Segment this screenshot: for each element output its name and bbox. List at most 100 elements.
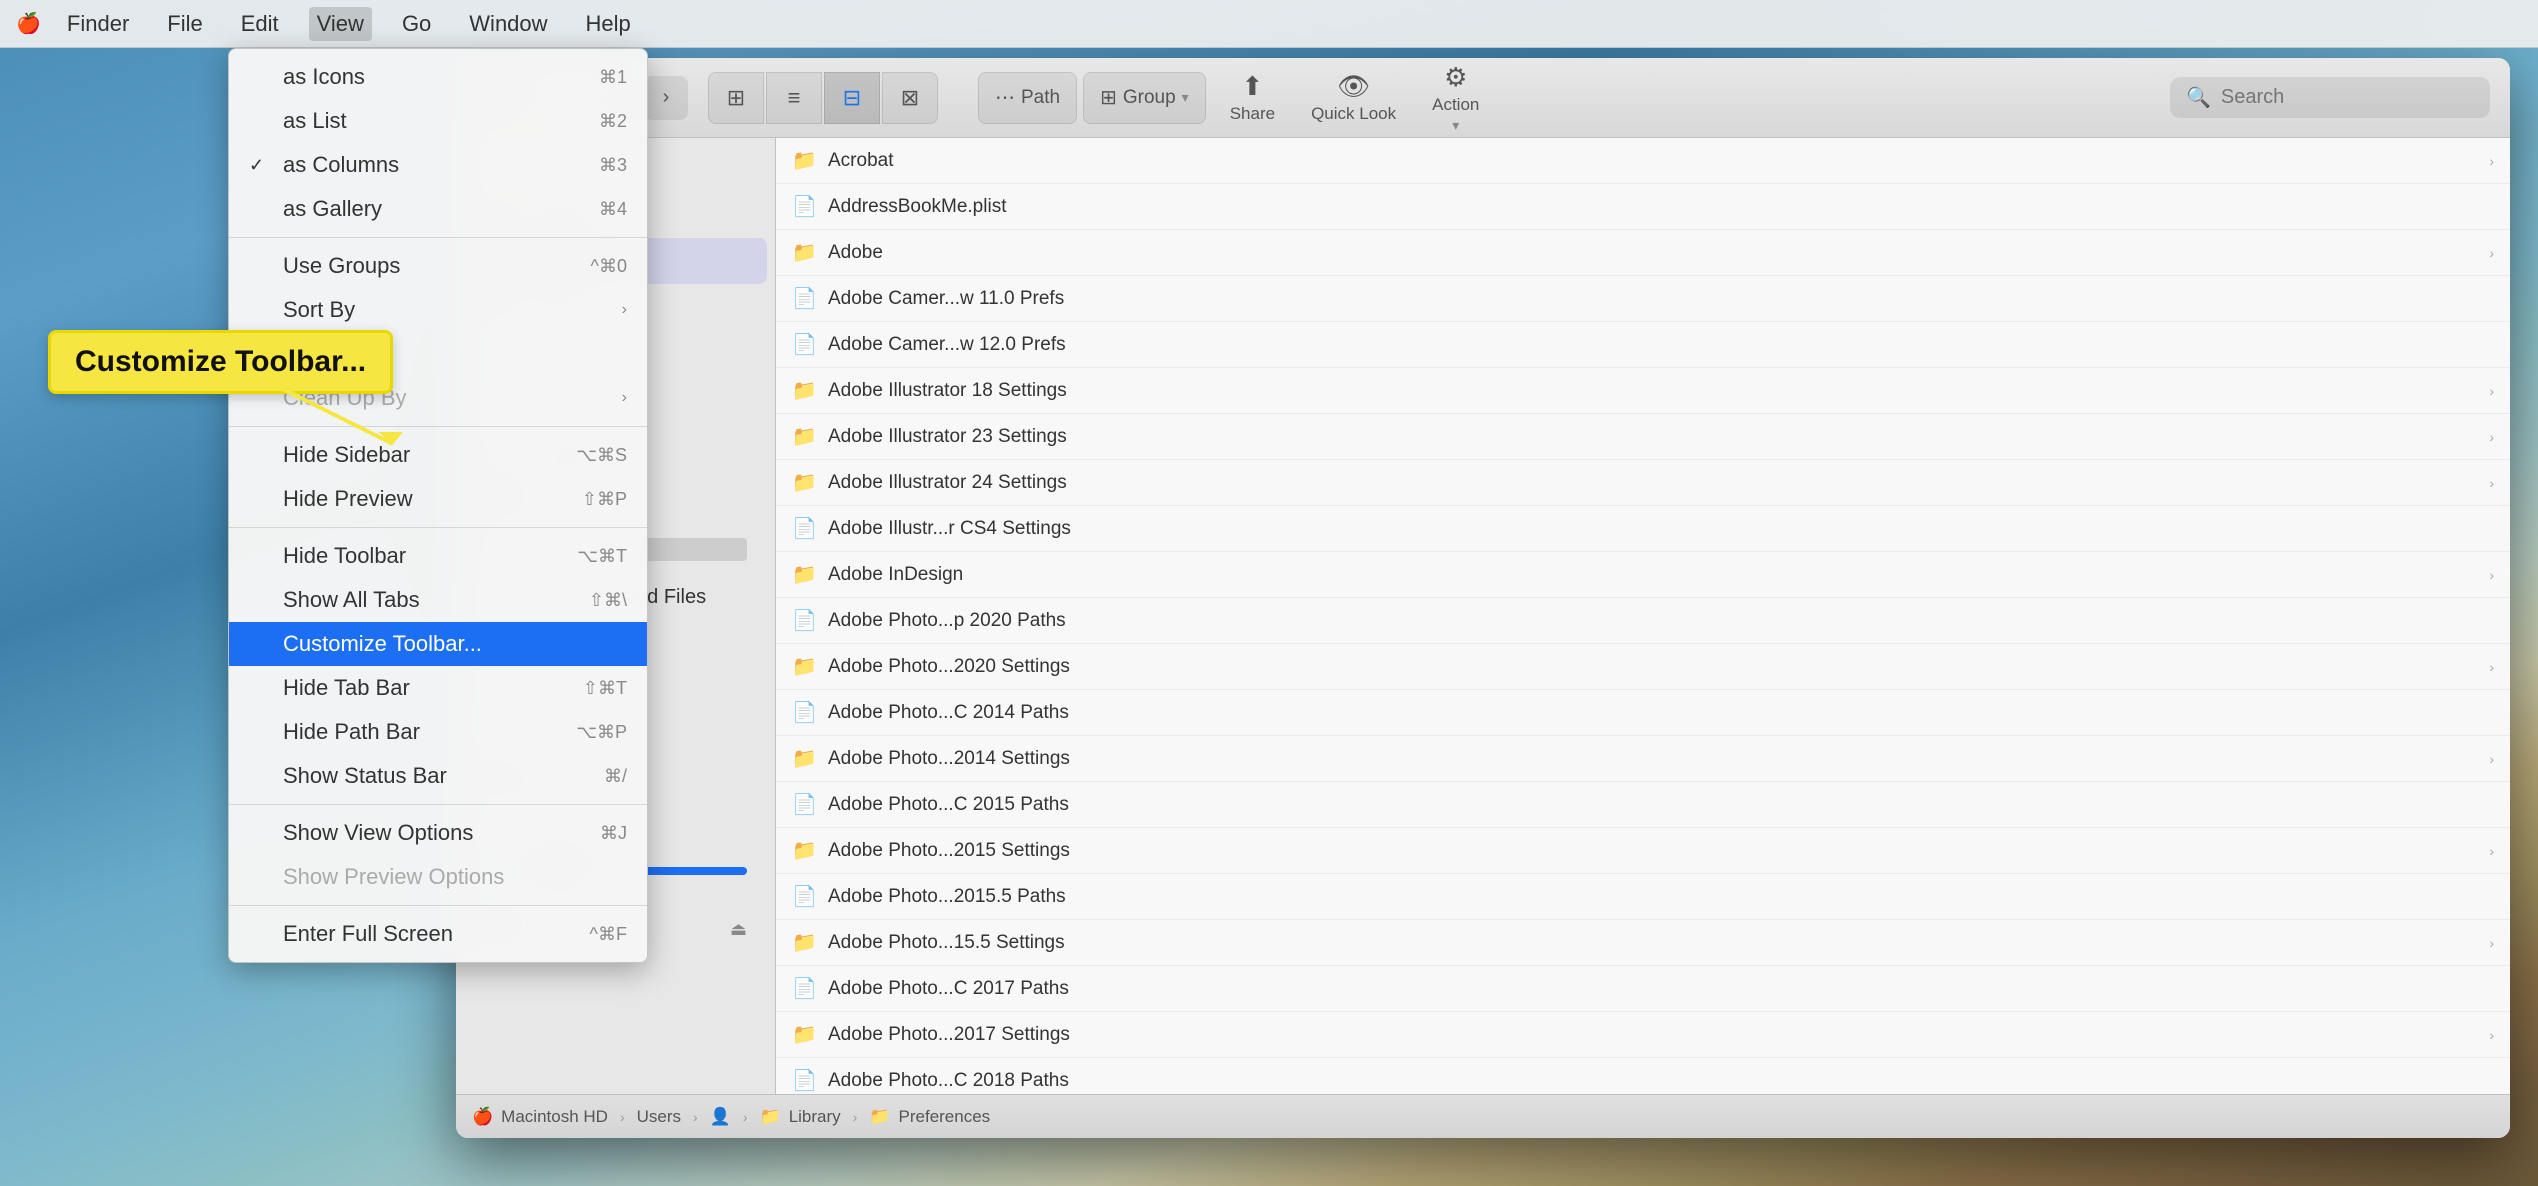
pref-ps155settings-name: Adobe Photo...15.5 Settings — [828, 932, 2477, 954]
finder-menu[interactable]: Finder — [59, 7, 137, 41]
pref-adobe[interactable]: 📁 Adobe › — [776, 230, 2510, 276]
view-as-list[interactable]: as List ⌘2 — [229, 99, 647, 143]
pref-photoshop-2020-paths[interactable]: 📄 Adobe Photo...p 2020 Paths — [776, 598, 2510, 644]
pref-adobe-camera-12[interactable]: 📄 Adobe Camer...w 12.0 Prefs — [776, 322, 2510, 368]
view-as-gallery[interactable]: as Gallery ⌘4 — [229, 187, 647, 231]
status-bar: 🍎 Macintosh HD › Users › 👤 › 📁 Library ›… — [456, 1094, 2510, 1138]
callout-arrow-line — [253, 374, 413, 454]
pref-addressbookme[interactable]: 📄 AddressBookMe.plist — [776, 184, 2510, 230]
ai-cs4-icon: 📄 — [792, 516, 816, 541]
pref-ps155settings-arrow: › — [2489, 935, 2494, 951]
pref-ai18[interactable]: 📁 Adobe Illustrator 18 Settings › — [776, 368, 2510, 414]
show-view-options[interactable]: Show View Options ⌘J — [229, 811, 647, 855]
pref-ps-2015-paths[interactable]: 📄 Adobe Photo...C 2015 Paths — [776, 782, 2510, 828]
group-button[interactable]: ⊞ Group ▾ — [1083, 72, 1206, 124]
breadcrumb-user[interactable]: 👤 — [710, 1107, 731, 1127]
menu-sep-5 — [229, 905, 647, 906]
forward-button[interactable]: › — [644, 76, 688, 120]
pref-ai18-arrow: › — [2489, 383, 2494, 399]
quick-look-button[interactable]: 👁 Quick Look — [1293, 64, 1414, 132]
preferences-label: Preferences — [899, 1107, 991, 1127]
pref-ps-2015-settings[interactable]: 📁 Adobe Photo...2015 Settings › — [776, 828, 2510, 874]
pref-ps2015paths-name: Adobe Photo...C 2015 Paths — [828, 794, 2494, 816]
pref-photoshop-2020-settings[interactable]: 📁 Adobe Photo...2020 Settings › — [776, 644, 2510, 690]
enter-full-screen[interactable]: Enter Full Screen ^⌘F — [229, 912, 647, 956]
action-button[interactable]: ⚙ Action ▾ — [1414, 64, 1497, 132]
pref-ps2014settings-arrow: › — [2489, 751, 2494, 767]
pref-ai-cs4[interactable]: 📄 Adobe Illustr...r CS4 Settings — [776, 506, 2510, 552]
search-icon: 🔍 — [2186, 85, 2211, 110]
pref-ai24[interactable]: 📁 Adobe Illustrator 24 Settings › — [776, 460, 2510, 506]
breadcrumb-users[interactable]: Users — [637, 1107, 681, 1127]
go-menu[interactable]: Go — [394, 7, 439, 41]
ps2020settings-icon: 📁 — [792, 654, 816, 679]
ps20155paths-icon: 📄 — [792, 884, 816, 909]
view-as-columns[interactable]: ✓ as Columns ⌘3 — [229, 143, 647, 187]
pref-acrobat[interactable]: 📁 Acrobat › — [776, 138, 2510, 184]
adobe-camera11-icon: 📄 — [792, 286, 816, 311]
pref-indesign-name: Adobe InDesign — [828, 564, 2477, 586]
pref-ps-2014-paths[interactable]: 📄 Adobe Photo...C 2014 Paths — [776, 690, 2510, 736]
hide-path-bar[interactable]: Hide Path Bar ⌥⌘P — [229, 710, 647, 754]
show-all-tabs[interactable]: Show All Tabs ⇧⌘\ — [229, 578, 647, 622]
view-as-icons[interactable]: as Icons ⌘1 — [229, 55, 647, 99]
pref-adobe-camera-11[interactable]: 📄 Adobe Camer...w 11.0 Prefs — [776, 276, 2510, 322]
customize-toolbar[interactable]: Customize Toolbar... — [229, 622, 647, 666]
view-list-button[interactable]: ≡ — [766, 72, 822, 124]
path-button[interactable]: ⋯ Path — [978, 72, 1077, 124]
search-input[interactable] — [2221, 86, 2474, 109]
view-icons-button[interactable]: ⊞ — [708, 72, 764, 124]
pref-ai24-arrow: › — [2489, 475, 2494, 491]
gear-icon: ⚙ — [1444, 62, 1467, 93]
hide-sidebar-shortcut: ⌥⌘S — [576, 445, 627, 466]
macintosh-hd-icon: 🍎 — [472, 1107, 493, 1127]
pref-ps-2015-5-paths[interactable]: 📄 Adobe Photo...2015.5 Paths — [776, 874, 2510, 920]
breadcrumb-macintosh-hd[interactable]: 🍎 Macintosh HD — [472, 1107, 608, 1127]
view-menu-trigger[interactable]: View — [309, 7, 372, 41]
pref-adobe-camera11-name: Adobe Camer...w 11.0 Prefs — [828, 288, 2494, 310]
breadcrumb-sep-4: › — [853, 1109, 858, 1125]
edit-menu[interactable]: Edit — [233, 7, 287, 41]
view-gallery-label: as Gallery — [283, 196, 589, 222]
apple-menu-icon[interactable]: 🍎 — [16, 11, 41, 36]
view-switcher: ⊞ ≡ ⊟ ⊠ — [708, 72, 938, 124]
eject-icon[interactable]: ⏏ — [730, 919, 747, 940]
hide-preview[interactable]: Hide Preview ⇧⌘P — [229, 477, 647, 521]
user-home-icon: 👤 — [710, 1107, 731, 1127]
share-button[interactable]: ⬆ Share — [1212, 64, 1293, 132]
search-field[interactable]: 🔍 — [2170, 77, 2490, 118]
pref-ps-2017-settings[interactable]: 📁 Adobe Photo...2017 Settings › — [776, 1012, 2510, 1058]
hide-tab-bar-shortcut: ⇧⌘T — [583, 678, 627, 699]
pref-ps-2018-paths[interactable]: 📄 Adobe Photo...C 2018 Paths — [776, 1058, 2510, 1094]
file-icon: 📄 — [792, 194, 816, 219]
view-columns-button[interactable]: ⊟ — [824, 72, 880, 124]
view-gallery-shortcut: ⌘4 — [599, 199, 627, 220]
hide-toolbar-shortcut: ⌥⌘T — [577, 546, 627, 567]
file-menu[interactable]: File — [159, 7, 210, 41]
window-menu[interactable]: Window — [461, 7, 555, 41]
hide-tab-bar[interactable]: Hide Tab Bar ⇧⌘T — [229, 666, 647, 710]
callout-container: Customize Toolbar... — [48, 330, 393, 394]
hide-toolbar[interactable]: Hide Toolbar ⌥⌘T — [229, 534, 647, 578]
sort-by[interactable]: Sort By › — [229, 288, 647, 332]
show-status-bar[interactable]: Show Status Bar ⌘/ — [229, 754, 647, 798]
pref-ps-2017-paths[interactable]: 📄 Adobe Photo...C 2017 Paths — [776, 966, 2510, 1012]
show-all-tabs-label: Show All Tabs — [283, 587, 579, 613]
use-groups[interactable]: Use Groups ^⌘0 — [229, 244, 647, 288]
help-menu[interactable]: Help — [578, 7, 639, 41]
view-gallery-button[interactable]: ⊠ — [882, 72, 938, 124]
group-label: Group — [1123, 87, 1176, 109]
pref-ps2017settings-arrow: › — [2489, 1027, 2494, 1043]
breadcrumb-library[interactable]: 📁 Library — [760, 1107, 841, 1127]
hide-toolbar-label: Hide Toolbar — [283, 543, 567, 569]
breadcrumb-preferences[interactable]: 📁 Preferences — [869, 1107, 990, 1127]
show-status-bar-shortcut: ⌘/ — [604, 766, 627, 787]
pref-ai23[interactable]: 📁 Adobe Illustrator 23 Settings › — [776, 414, 2510, 460]
pref-indesign[interactable]: 📁 Adobe InDesign › — [776, 552, 2510, 598]
group-chevron-icon: ▾ — [1182, 89, 1189, 106]
hide-path-bar-label: Hide Path Bar — [283, 719, 566, 745]
pref-ps-2014-settings[interactable]: 📁 Adobe Photo...2014 Settings › — [776, 736, 2510, 782]
pref-ps-155-settings[interactable]: 📁 Adobe Photo...15.5 Settings › — [776, 920, 2510, 966]
ps2020paths-icon: 📄 — [792, 608, 816, 633]
clean-up-by-arrow: › — [622, 389, 627, 407]
